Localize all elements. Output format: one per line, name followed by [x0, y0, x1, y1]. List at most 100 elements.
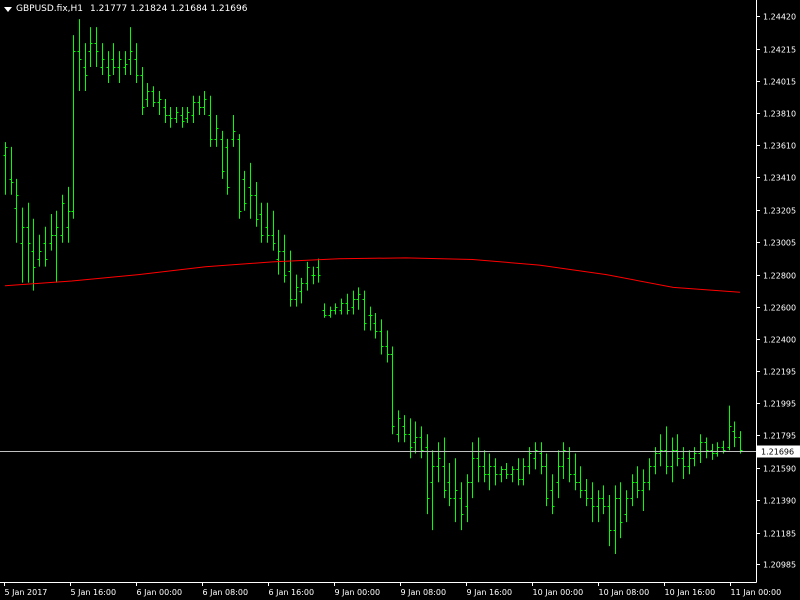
ohlc-bar	[117, 51, 122, 84]
ohlc-bar	[430, 450, 435, 531]
ohlc-bar	[442, 437, 447, 499]
ohlc-bar	[49, 213, 54, 251]
price-tick-label: 1.22400	[763, 336, 796, 345]
ohlc-bar	[373, 312, 378, 339]
chart-window[interactable]: 1.24420 1.24215 1.24015 1.23810 1.23610 1.234…	[0, 0, 800, 600]
ohlc-bar	[157, 91, 162, 115]
ohlc-bar	[698, 434, 703, 464]
ohlc-bar	[658, 434, 663, 467]
moving-average-line	[4, 257, 741, 293]
price-tick-label: 1.24015	[763, 78, 796, 87]
price-tick-label: 1.23610	[763, 142, 796, 151]
ohlc-bar	[727, 405, 732, 451]
ohlc-bar	[316, 258, 321, 283]
ohlc-bar	[333, 303, 338, 315]
ohlc-bar	[140, 67, 145, 115]
ohlc-bar	[197, 95, 202, 115]
ohlc-bar	[208, 95, 213, 147]
ohlc-bar	[601, 485, 606, 515]
ohlc-bar	[71, 35, 76, 219]
ohlc-bar	[202, 91, 207, 115]
price-tick-label: 1.21995	[763, 400, 796, 409]
ohlc-bar	[14, 178, 19, 243]
ohlc-bar	[584, 479, 589, 507]
ohlc-bar	[567, 447, 572, 483]
chart-menu-triangle-icon[interactable]	[4, 6, 12, 12]
chart-header: GBPUSD.fix,H1 1.21777 1.21824 1.21684 1.…	[4, 4, 247, 14]
ohlc-bar	[732, 421, 737, 448]
ohlc-bar	[265, 202, 270, 243]
ohlc-bar	[715, 442, 720, 457]
ohlc-bar	[225, 138, 230, 195]
ohlc-bar	[675, 434, 680, 467]
ohlc-bar	[106, 51, 111, 84]
ohlc-bar	[516, 458, 521, 486]
ohlc-bar	[578, 466, 583, 499]
price-tick-label: 1.24215	[763, 46, 796, 55]
ohlc-bar	[26, 202, 31, 283]
ohlc-bar	[459, 482, 464, 531]
ohlc-bar	[504, 463, 509, 480]
ohlc-bar	[556, 450, 561, 499]
ohlc-bar	[453, 458, 458, 523]
ohlc-bar	[174, 106, 179, 123]
ohlc-bar	[419, 426, 424, 459]
ohlc-bar	[37, 234, 42, 267]
ohlc-bar	[630, 474, 635, 507]
ohlc-bar	[128, 27, 133, 76]
ohlc-bar	[60, 194, 65, 243]
ohlc-bar	[180, 106, 185, 128]
ohlc-bar	[305, 261, 310, 291]
price-tick-label: 1.21185	[763, 530, 796, 539]
ohlc-bar	[123, 51, 128, 76]
ohlc-bar	[635, 466, 640, 499]
ohlc-bar	[220, 130, 225, 179]
ohlc-bar	[214, 114, 219, 147]
ohlc-bar	[379, 319, 384, 355]
ohlc-bar	[561, 442, 566, 480]
ohlc-bar	[618, 482, 623, 539]
ohlc-bar	[94, 27, 99, 68]
ohlc-bar	[54, 210, 59, 283]
time-tick-label: 10 Jan 00:00	[533, 588, 584, 597]
ohlc-bar	[447, 463, 452, 507]
ohlc-bar	[476, 437, 481, 483]
ohlc-bar	[254, 182, 259, 227]
ohlc-bar	[544, 453, 549, 507]
price-tick-label: 1.22800	[763, 272, 796, 281]
ohlc-bar	[43, 226, 48, 267]
price-tick-label: 1.24420	[763, 13, 796, 22]
price-tick-label: 1.21390	[763, 497, 796, 506]
ohlc-bar	[596, 490, 601, 523]
ohlc-bar	[282, 234, 287, 283]
price-tick-label: 1.21795	[763, 432, 796, 441]
price-tick-label: 1.21590	[763, 465, 796, 474]
current-price-tag-label: 1.21696	[761, 448, 794, 457]
time-tick-label: 9 Jan 16:00	[467, 588, 513, 597]
ohlc-bar	[408, 418, 413, 459]
time-tick-label: 9 Jan 08:00	[401, 588, 447, 597]
ohlc-bar	[356, 287, 361, 310]
ohlc-bar	[259, 202, 264, 243]
ohlc-bar	[692, 447, 697, 467]
ohlc-bar	[390, 346, 395, 435]
price-tick-label: 1.23205	[763, 207, 796, 216]
ohlc-bar	[533, 442, 538, 470]
ohlc-bar	[362, 290, 367, 331]
ohlc-bar	[83, 43, 88, 92]
ohlc-bar	[396, 410, 401, 443]
ohlc-bar	[607, 494, 612, 547]
ohlc-bar	[248, 162, 253, 219]
ohlc-bar	[624, 490, 629, 523]
ohlc-bar	[185, 106, 190, 123]
ohlc-bar	[482, 450, 487, 483]
ohlc-bar	[521, 458, 526, 486]
price-chart[interactable]: 1.24420 1.24215 1.24015 1.23810 1.23610 1.234…	[0, 0, 800, 600]
ohlc-bar	[328, 306, 333, 318]
time-tick-label: 10 Jan 16:00	[665, 588, 716, 597]
time-tick-label: 6 Jan 08:00	[203, 588, 249, 597]
ohlc-bar	[20, 207, 25, 283]
ohlc-bar	[402, 415, 407, 443]
ohlc-bar	[288, 250, 293, 307]
ohlc-bar	[738, 431, 743, 454]
